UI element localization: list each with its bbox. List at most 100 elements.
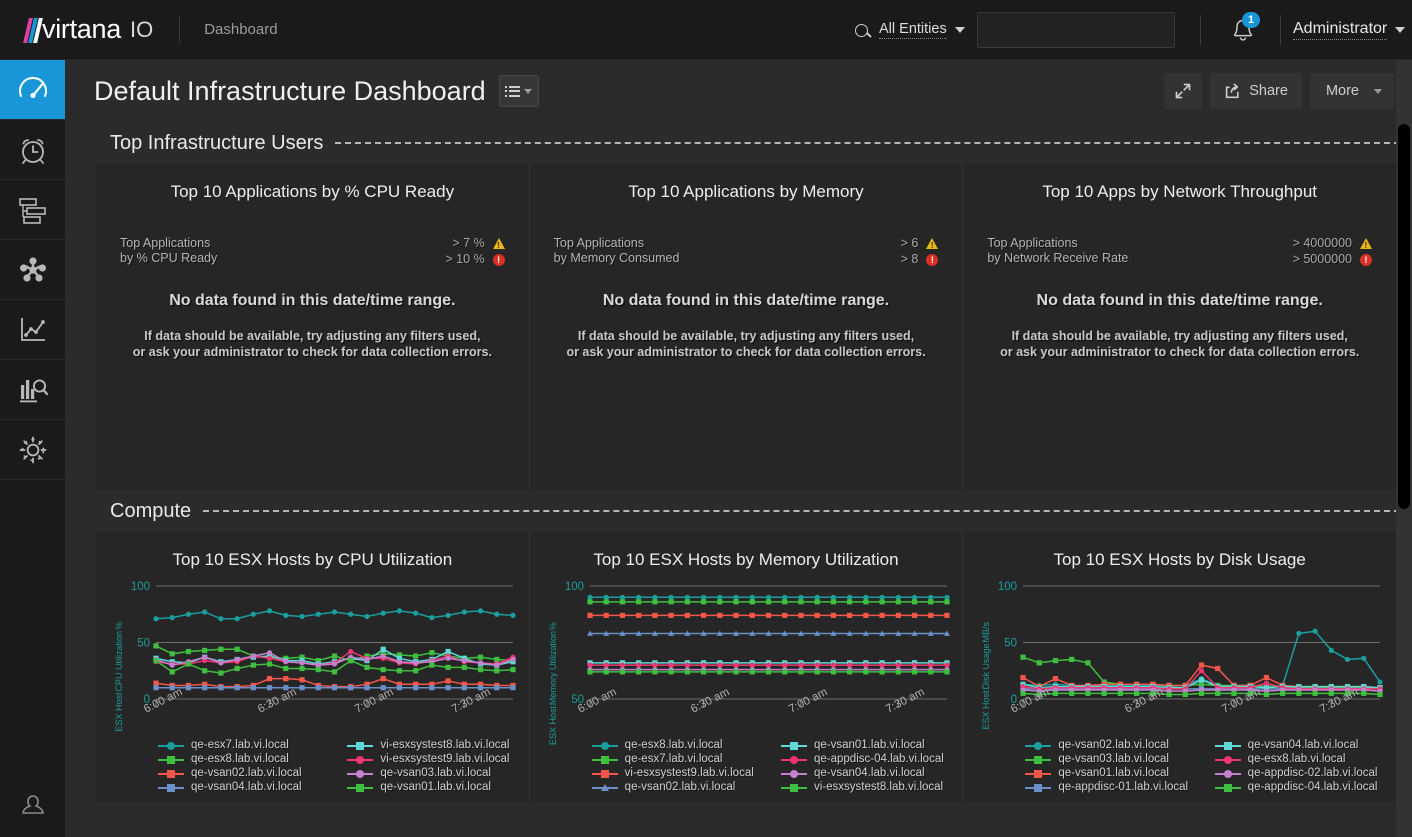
critical-alert-icon: ! bbox=[1360, 253, 1373, 266]
fullscreen-button[interactable] bbox=[1164, 73, 1203, 109]
panel-apps-cpu-ready: Top 10 Applications by % CPU Ready Top A… bbox=[96, 164, 530, 490]
legend-item[interactable]: vi-esxsystest8.lab.vi.local bbox=[781, 781, 962, 793]
legend-label: qe-vsan03.lab.vi.local bbox=[1058, 753, 1169, 765]
sidebar-item-settings[interactable] bbox=[0, 420, 65, 480]
warning-threshold-value: > 7 % bbox=[452, 236, 485, 250]
legend-label: qe-esx7.lab.vi.local bbox=[191, 739, 289, 751]
svg-text:50: 50 bbox=[137, 638, 150, 650]
chart-legend: qe-esx8.lab.vi.local qe-vsan01.lab.vi.loc… bbox=[530, 731, 963, 793]
legend-item[interactable]: qe-esx8.lab.vi.local bbox=[158, 753, 339, 765]
legend-marker bbox=[1025, 741, 1052, 750]
chart-esx-cpu-utilization[interactable]: 0 50 100 ESX Host CPU Utilization% 6:00 am 6:3… bbox=[96, 576, 529, 733]
sidebar-item-infrastructure[interactable] bbox=[0, 240, 65, 300]
user-menu[interactable]: Administrator bbox=[1293, 0, 1406, 60]
search-scope-label[interactable]: All Entities bbox=[879, 21, 947, 39]
legend-item[interactable]: qe-vsan01.lab.vi.local bbox=[1025, 767, 1206, 779]
legend-item[interactable]: qe-esx8.lab.vi.local bbox=[1214, 753, 1396, 765]
share-button[interactable]: Share bbox=[1210, 73, 1302, 109]
legend-item[interactable]: qe-esx7.lab.vi.local bbox=[591, 753, 773, 765]
chevron-down-icon bbox=[1374, 88, 1382, 94]
legend-item[interactable]: vi-esxsystest8.lab.vi.local bbox=[347, 739, 528, 751]
legend-item[interactable]: qe-vsan01.lab.vi.local bbox=[347, 781, 528, 793]
critical-alert-icon: ! bbox=[926, 253, 939, 266]
warning-threshold-value: > 6 bbox=[900, 236, 919, 250]
legend-marker bbox=[1214, 755, 1241, 764]
legend-item[interactable]: qe-vsan03.lab.vi.local bbox=[347, 767, 528, 779]
legend-item[interactable]: qe-appdisc-02.lab.vi.local bbox=[1214, 767, 1396, 779]
legend-marker bbox=[591, 755, 618, 764]
chart-esx-disk-usage[interactable]: 0 50 100 ESX Host Disk Usage MB/s 6:00 am 6:30 … bbox=[963, 576, 1396, 731]
legend-item[interactable]: qe-esx7.lab.vi.local bbox=[158, 739, 339, 751]
panel-apps-network: Top 10 Apps by Network Throughput Top Ap… bbox=[963, 164, 1397, 490]
no-data-line2: or ask your administrator to check for d… bbox=[1000, 345, 1360, 359]
legend-label: vi-esxsystest9.lab.vi.local bbox=[380, 753, 510, 765]
more-button[interactable]: More bbox=[1309, 73, 1394, 109]
legend-label: qe-vsan03.lab.vi.local bbox=[380, 767, 491, 779]
sidebar-item-reports[interactable] bbox=[0, 360, 65, 420]
search-icon[interactable] bbox=[855, 23, 868, 37]
line-chart-icon bbox=[20, 317, 45, 341]
legend-label: qe-appdisc-04.lab.vi.local bbox=[1247, 781, 1378, 793]
panel-row-compute: Top 10 ESX Hosts by CPU Utilization 0 50 1… bbox=[96, 532, 1397, 802]
legend-item[interactable]: qe-vsan03.lab.vi.local bbox=[1025, 753, 1206, 765]
legend-item[interactable]: qe-esx8.lab.vi.local bbox=[591, 739, 773, 751]
virtana-logo[interactable]: virtana IO bbox=[23, 14, 153, 44]
section-divider bbox=[335, 142, 1400, 144]
legend-item[interactable]: qe-appdisc-04.lab.vi.local bbox=[1214, 781, 1396, 793]
threshold-label-line2: by Network Receive Rate bbox=[987, 251, 1129, 265]
panel-title: Top 10 Applications by Memory bbox=[628, 182, 864, 201]
x-axis-tick-labels: 6:00 am 6:30 am 7:00 am 7:30 am bbox=[96, 686, 529, 733]
sidebar-item-dashboard[interactable] bbox=[0, 60, 65, 120]
user-menu-label: Administrator bbox=[1293, 20, 1388, 40]
legend-item[interactable]: qe-vsan02.lab.vi.local bbox=[1025, 739, 1206, 751]
share-button-label: Share bbox=[1249, 83, 1288, 99]
sidebar-item-alarms[interactable] bbox=[0, 120, 65, 180]
top-navigation-bar: virtana IO Dashboard All Entities 1 Admi… bbox=[0, 0, 1412, 60]
chart-esx-memory-utilization[interactable]: 50 100 ESX Host Memory Utilization% 6:00 am 6… bbox=[530, 576, 963, 745]
legend-item[interactable]: qe-vsan02.lab.vi.local bbox=[591, 781, 773, 793]
threshold-label: Top Applications by Network Receive Rate bbox=[987, 236, 1128, 266]
notification-count-badge: 1 bbox=[1242, 12, 1260, 28]
legend-item[interactable]: qe-vsan02.lab.vi.local bbox=[158, 767, 339, 779]
legend-item[interactable]: vi-esxsystest9.lab.vi.local bbox=[347, 753, 528, 765]
legend-item[interactable]: vi-esxsystest9.lab.vi.local bbox=[591, 767, 773, 779]
notifications-button[interactable]: 1 bbox=[1226, 12, 1260, 48]
dashboard-selector-button[interactable] bbox=[498, 75, 539, 107]
threshold-block: Top Applications by Network Receive Rate… bbox=[987, 236, 1373, 267]
chevron-down-icon bbox=[524, 88, 533, 94]
legend-item[interactable]: qe-appdisc-04.lab.vi.local bbox=[781, 753, 962, 765]
breadcrumb[interactable]: Dashboard bbox=[204, 21, 277, 38]
logo-text-virtana: virtana bbox=[42, 14, 121, 44]
sidebar-item-profile[interactable] bbox=[0, 779, 65, 835]
search-input[interactable] bbox=[976, 12, 1175, 48]
legend-item[interactable]: qe-vsan04.lab.vi.local bbox=[158, 781, 339, 793]
header-actions: Share More bbox=[1164, 73, 1394, 109]
page-title: Default Infrastructure Dashboard bbox=[94, 75, 486, 106]
svg-text:100: 100 bbox=[131, 581, 150, 593]
svg-text:100: 100 bbox=[998, 581, 1017, 593]
vertical-scrollbar-thumb[interactable] bbox=[1398, 124, 1410, 509]
chevron-down-icon[interactable] bbox=[954, 27, 965, 33]
gear-icon bbox=[19, 436, 46, 463]
threshold-label-line1: Top Applications bbox=[987, 236, 1078, 250]
panel-title: Top 10 Applications by % CPU Ready bbox=[170, 182, 455, 201]
legend-item[interactable]: qe-vsan04.lab.vi.local bbox=[1214, 739, 1396, 751]
legend-marker bbox=[781, 755, 807, 764]
legend-marker bbox=[347, 741, 374, 750]
vertical-scrollbar-track[interactable] bbox=[1396, 60, 1412, 837]
legend-label: vi-esxsystest9.lab.vi.local bbox=[624, 767, 754, 779]
legend-item[interactable]: qe-vsan04.lab.vi.local bbox=[781, 767, 962, 779]
bar-chart-search-icon bbox=[19, 378, 48, 402]
no-data-message: No data found in this date/time range. I… bbox=[530, 292, 963, 360]
svg-text:50: 50 bbox=[1005, 638, 1018, 650]
legend-marker bbox=[1214, 769, 1241, 778]
legend-label: qe-vsan02.lab.vi.local bbox=[624, 781, 736, 793]
sidebar-item-topology[interactable] bbox=[0, 180, 65, 240]
legend-item[interactable]: qe-vsan01.lab.vi.local bbox=[781, 739, 962, 751]
legend-label: qe-vsan02.lab.vi.local bbox=[191, 767, 302, 779]
sidebar-item-trends[interactable] bbox=[0, 300, 65, 360]
legend-label: qe-vsan01.lab.vi.local bbox=[814, 739, 925, 751]
warning-triangle-icon bbox=[926, 238, 939, 250]
legend-label: qe-esx7.lab.vi.local bbox=[624, 753, 723, 765]
legend-item[interactable]: qe-appdisc-01.lab.vi.local bbox=[1025, 781, 1206, 793]
